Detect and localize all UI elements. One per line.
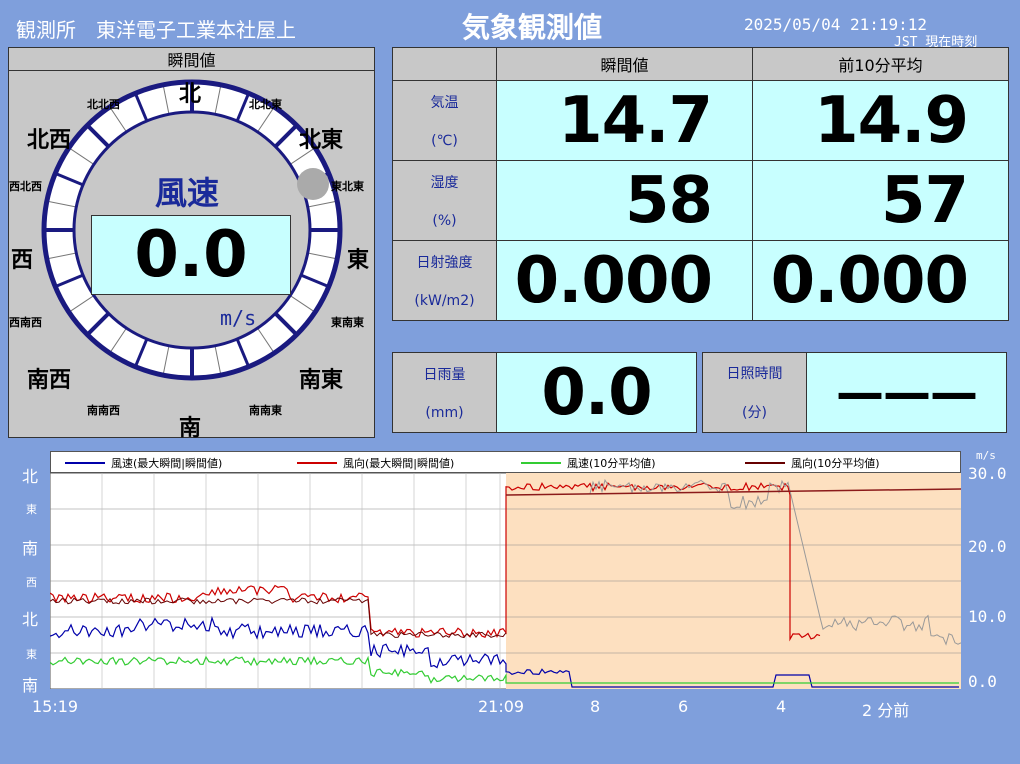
dir-sw: 南西 <box>27 368 72 393</box>
legend-wind-inst: 風速(最大瞬間|瞬間値) <box>65 455 222 471</box>
left-tick-0: 北 <box>22 467 39 486</box>
left-tick-5: 東 <box>26 648 37 661</box>
rain-box: 日雨量 (mm) 0.0 <box>392 352 697 433</box>
right-tick-0: 0.0 <box>968 672 997 691</box>
left-tick-6: 南 <box>22 676 39 695</box>
wind-speed-value: 0.0 <box>91 215 291 295</box>
dir-nne: 北北東 <box>249 98 282 111</box>
x-label-3: 6 <box>678 697 689 716</box>
dir-nw: 北西 <box>27 128 72 153</box>
wind-speed-label: 風速 <box>155 174 220 212</box>
left-tick-2: 南 <box>22 539 39 558</box>
dir-ese: 東南東 <box>331 316 364 329</box>
right-tick-10: 10.0 <box>968 607 1007 626</box>
sunshine-box: 日照時間 (分) ——— <box>702 352 1007 433</box>
row-label-humidity: 湿度 (%) <box>392 160 497 241</box>
page-title: 気象観測値 <box>462 11 603 44</box>
wind-panel-header: 瞬間値 <box>9 48 374 71</box>
row-label-solar: 日射強度 (kW/m2) <box>392 240 497 321</box>
temp-avg: 14.9 <box>752 80 1009 161</box>
station-name: 観測所 東洋電子工業本社屋上 <box>16 18 296 42</box>
solar-instant: 0.000 <box>496 240 753 321</box>
humidity-instant: 58 <box>496 160 753 241</box>
right-unit: m/s <box>976 449 996 462</box>
dir-ne: 北東 <box>299 128 344 153</box>
rain-label: 日雨量 (mm) <box>392 352 497 433</box>
sunshine-label: 日照時間 (分) <box>702 352 807 433</box>
left-tick-1: 東 <box>26 503 37 516</box>
wind-speed-unit: m/s <box>220 306 257 330</box>
left-tick-3: 西 <box>26 576 37 589</box>
x-label-4: 4 <box>776 697 787 716</box>
legend-dir-avg: 風向(10分平均値) <box>745 455 880 471</box>
table-corner <box>392 47 497 81</box>
legend-wind-avg: 風速(10分平均値) <box>521 455 656 471</box>
dir-ssw: 南南西 <box>87 404 120 417</box>
x-label-2: 8 <box>590 697 601 716</box>
rain-value: 0.0 <box>496 352 697 433</box>
dir-ene: 東北東 <box>331 180 364 193</box>
dir-s: 南 <box>179 416 202 441</box>
dir-sse: 南南東 <box>249 404 282 417</box>
dir-wsw: 西南西 <box>9 316 42 329</box>
wind-chart <box>50 473 961 689</box>
humidity-avg: 57 <box>752 160 1009 241</box>
temp-instant: 14.7 <box>496 80 753 161</box>
sunshine-value: ——— <box>806 352 1007 433</box>
wind-direction-indicator <box>297 168 329 200</box>
measurement-table: 瞬間値 前10分平均 気温 (℃) 14.7 14.9 湿度 (%) 58 57 日… <box>392 47 1009 321</box>
dir-se: 南東 <box>299 368 344 393</box>
col-header-avg: 前10分平均 <box>752 47 1009 81</box>
x-label-0: 15:19 <box>32 697 79 716</box>
right-tick-30: 30.0 <box>968 464 1007 483</box>
legend-dir-inst: 風向(最大瞬間|瞬間値) <box>297 455 454 471</box>
col-header-instant: 瞬間値 <box>496 47 753 81</box>
dir-n: 北 <box>179 82 202 107</box>
left-tick-4: 北 <box>22 610 39 629</box>
x-label-5: 2 分前 <box>862 701 910 720</box>
dir-w: 西 <box>11 248 34 273</box>
dir-wnw: 西北西 <box>9 180 42 193</box>
chart-legend: 風速(最大瞬間|瞬間値) 風向(最大瞬間|瞬間値) 風速(10分平均値) 風向(… <box>50 451 961 473</box>
row-label-temp: 気温 (℃) <box>392 80 497 161</box>
dir-nnw: 北北西 <box>87 98 120 111</box>
wind-panel: 瞬間値 北 北北西 北北東 北西 北東 西北西 東北東 西 東 西南西 東南東 … <box>8 47 375 441</box>
solar-avg: 0.000 <box>752 240 1009 321</box>
x-label-1: 21:09 <box>478 697 525 716</box>
right-tick-20: 20.0 <box>968 537 1007 556</box>
dir-e: 東 <box>347 248 370 273</box>
